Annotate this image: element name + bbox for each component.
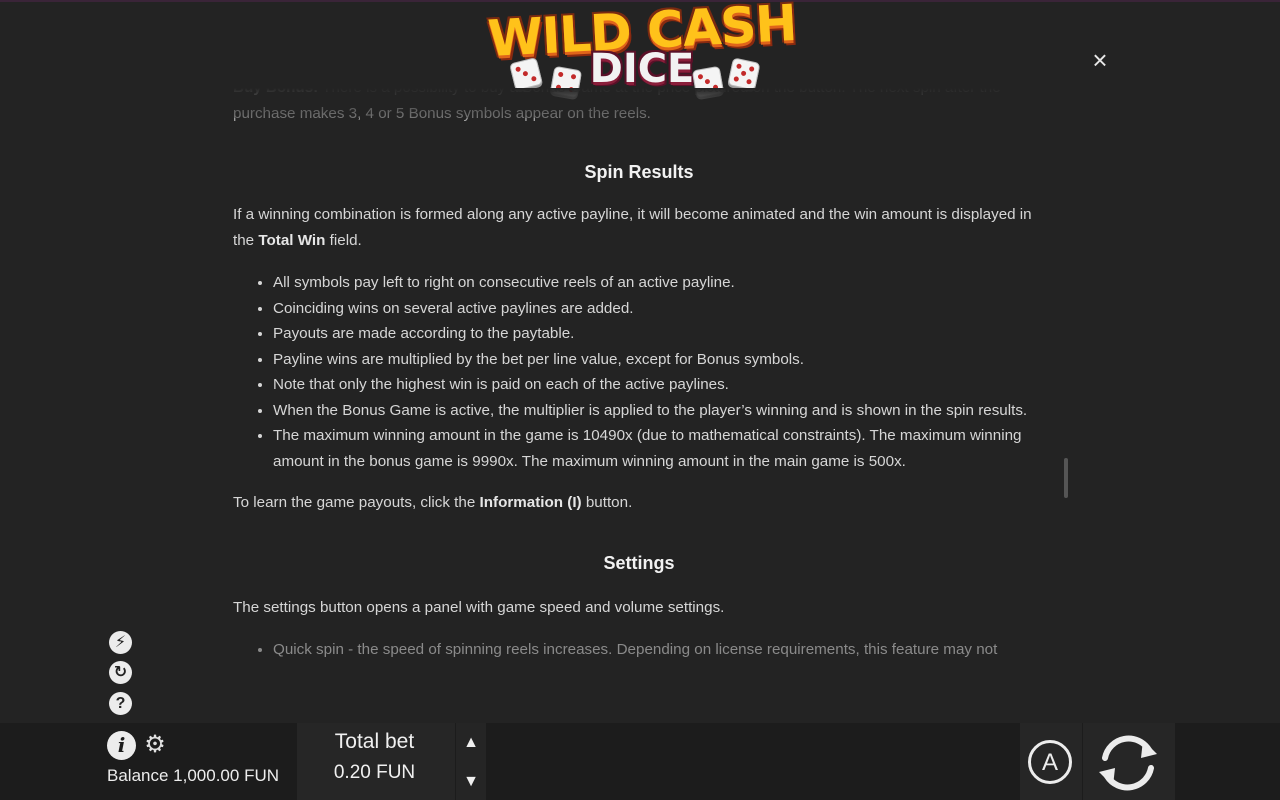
game-logo: WILD CASH DICE: [472, 0, 812, 102]
list-item: Coinciding wins on several active paylin…: [273, 296, 1045, 322]
quick-spin-icon[interactable]: ⚡: [109, 631, 132, 654]
scrollbar-thumb[interactable]: [1064, 458, 1068, 498]
autoplay-button[interactable]: A: [1028, 740, 1072, 784]
bottom-fade: [233, 672, 1045, 696]
list-item: Note that only the highest win is paid o…: [273, 372, 1045, 398]
spin-button[interactable]: [1093, 728, 1163, 798]
close-button[interactable]: ×: [1086, 46, 1114, 74]
total-bet-value: 0.20 FUN: [333, 762, 416, 783]
list-item: Quick spin - the speed of spinning reels…: [273, 637, 1045, 663]
total-bet-label: Total bet: [334, 730, 415, 753]
settings-list: Quick spin - the speed of spinning reels…: [233, 637, 1045, 663]
gear-icon[interactable]: ⚙: [143, 733, 167, 757]
balance-label: Balance: [107, 766, 169, 785]
die-icon: [727, 57, 761, 91]
list-item: Payouts are made according to the paytab…: [273, 321, 1045, 347]
list-item: When the Bonus Game is active, the multi…: [273, 398, 1045, 424]
total-win-term: Total Win: [258, 232, 326, 249]
logo-title-dice: DICE: [589, 46, 695, 92]
buy-bonus-label: Buy Bonus:: [233, 88, 318, 96]
spin-results-outro: To learn the game payouts, click the Inf…: [233, 494, 633, 511]
spin-results-list: All symbols pay left to right on consecu…: [233, 270, 1045, 474]
list-item: Payline wins are multiplied by the bet p…: [273, 347, 1045, 373]
info-button[interactable]: i: [107, 731, 136, 760]
reality-check-icon[interactable]: ↻: [109, 661, 132, 684]
help-icon[interactable]: ?: [109, 692, 132, 715]
list-item: All symbols pay left to right on consecu…: [273, 270, 1045, 296]
bet-increase-button[interactable]: ▲: [460, 732, 482, 754]
spin-results-heading: Spin Results: [584, 162, 694, 182]
list-item: The maximum winning amount in the game i…: [273, 423, 1045, 474]
balance-value: 1,000.00 FUN: [173, 766, 280, 785]
bet-decrease-button[interactable]: ▼: [460, 771, 482, 793]
balance-display: Balance 1,000.00 FUN: [107, 766, 279, 786]
settings-intro: The settings button opens a panel with g…: [233, 599, 725, 616]
rules-scroll-area[interactable]: Buy Bonus: There is a possibility to buy…: [233, 88, 1045, 696]
buy-bonus-paragraph: Buy Bonus: There is a possibility to buy…: [233, 88, 1045, 127]
information-term: Information (I): [479, 494, 582, 511]
settings-heading: Settings: [603, 553, 675, 573]
autoplay-label: A: [1041, 749, 1058, 776]
spin-results-intro: If a winning combination is formed along…: [233, 206, 1032, 249]
buy-bonus-text: There is a possibility to buy a Bonus Ga…: [233, 88, 1001, 122]
